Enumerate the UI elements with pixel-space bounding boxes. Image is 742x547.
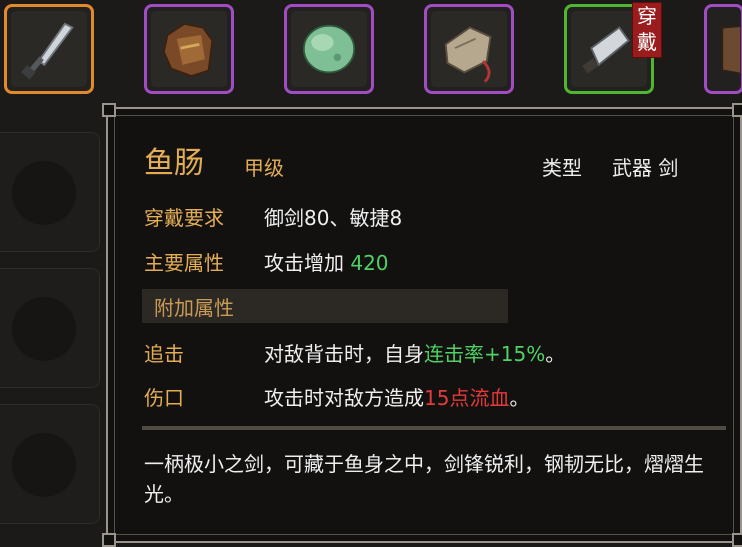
inventory-slot-leather-armor[interactable]: [144, 4, 234, 94]
extra-attr-name: 追击: [144, 342, 184, 366]
equipped-tag: 穿戴: [632, 2, 662, 58]
requirement-value: 御剑80、敏捷8: [264, 206, 403, 230]
corner-ornament: [102, 533, 116, 547]
jade-stone-icon: [302, 24, 356, 74]
stone-amulet-icon: [444, 26, 492, 83]
extra-attr-desc: 对敌背击时，自身连击率+15%。: [264, 342, 566, 366]
empty-slot-left-3[interactable]: [0, 404, 100, 524]
extra-attr-name: 伤口: [144, 386, 184, 410]
type-label: 类型: [542, 156, 582, 180]
inventory-slot-stone-amulet[interactable]: [424, 4, 514, 94]
main-attr-value: 420: [350, 251, 389, 275]
corner-ornament: [732, 103, 742, 117]
item-tooltip: 鱼肠 甲级 类型 武器 剑 穿戴要求 御剑80、敏捷8 主要属性 攻击增加 42…: [102, 103, 742, 547]
armor-piece-icon: [721, 25, 741, 75]
extra-attr-highlight: 连击率+15%: [424, 342, 546, 366]
item-description: 一柄极小之剑，可藏于鱼身之中，剑锋锐利，钢韧无比，熠熠生光。: [144, 452, 704, 506]
requirement-label: 穿戴要求: [144, 206, 224, 230]
leather-armor-icon: [162, 22, 214, 78]
inventory-slot-armor-piece[interactable]: [704, 4, 742, 94]
extra-attr-desc: 攻击时对敌方造成15点流血。: [264, 386, 530, 410]
inventory-slot-jade-stone[interactable]: [284, 4, 374, 94]
item-name: 鱼肠: [144, 146, 204, 181]
type-value: 武器 剑: [612, 156, 679, 180]
extra-attr-header: 附加属性: [154, 296, 234, 320]
extra-attr-highlight: 15点流血: [424, 386, 510, 410]
main-attr-label: 主要属性: [144, 251, 224, 275]
main-attr-text: 攻击增加: [264, 251, 344, 275]
dagger-icon: [21, 22, 74, 80]
empty-slot-left-2[interactable]: [0, 268, 100, 388]
corner-ornament: [102, 103, 116, 117]
inventory-slot-dagger[interactable]: [4, 4, 94, 94]
item-grade: 甲级: [244, 156, 284, 180]
divider: [142, 426, 726, 430]
empty-slot-left-1[interactable]: [0, 132, 100, 252]
corner-ornament: [732, 533, 742, 547]
main-attr-row: 攻击增加 420: [264, 250, 389, 276]
